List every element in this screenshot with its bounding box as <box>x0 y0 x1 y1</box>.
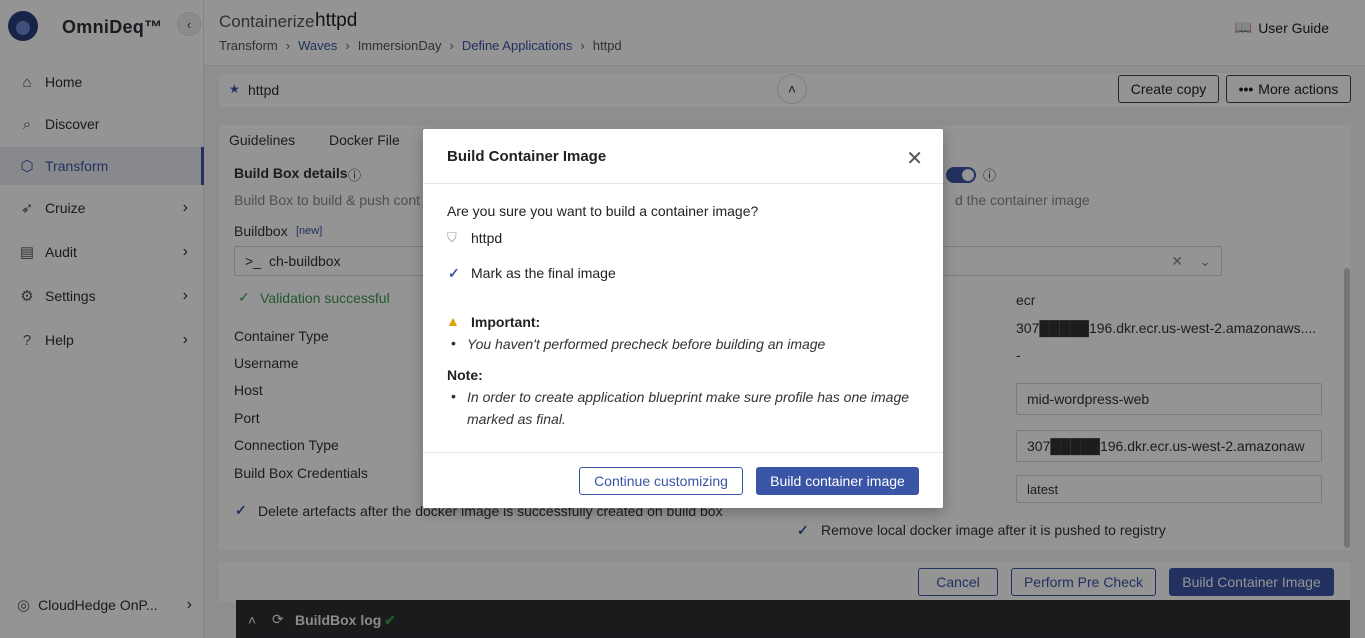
image-name: httpd <box>471 230 503 246</box>
shield-icon: ⛉ <box>447 230 457 245</box>
modal-question: Are you sure you want to build a contain… <box>447 203 759 219</box>
mark-final-checkbox[interactable]: ✓ <box>448 265 460 282</box>
note-label: Note: <box>447 367 483 383</box>
note-item-line-2: marked as final. <box>467 411 566 427</box>
important-item: You haven't performed precheck before bu… <box>467 336 826 352</box>
continue-customizing-button[interactable]: Continue customizing <box>579 467 743 495</box>
divider <box>423 183 943 184</box>
bullet: • <box>451 335 456 351</box>
divider <box>423 452 943 453</box>
modal-title: Build Container Image <box>447 148 607 165</box>
mark-final-label: Mark as the final image <box>471 265 616 281</box>
note-item-line-1: In order to create application blueprint… <box>467 389 910 405</box>
important-label: Important: <box>471 314 541 330</box>
build-confirm-modal: Build Container Image ✕ Are you sure you… <box>423 129 943 508</box>
warning-icon: ▲ <box>446 313 460 329</box>
close-icon[interactable]: ✕ <box>906 149 923 169</box>
bullet: • <box>451 388 456 404</box>
confirm-build-button[interactable]: Build container image <box>756 467 919 495</box>
